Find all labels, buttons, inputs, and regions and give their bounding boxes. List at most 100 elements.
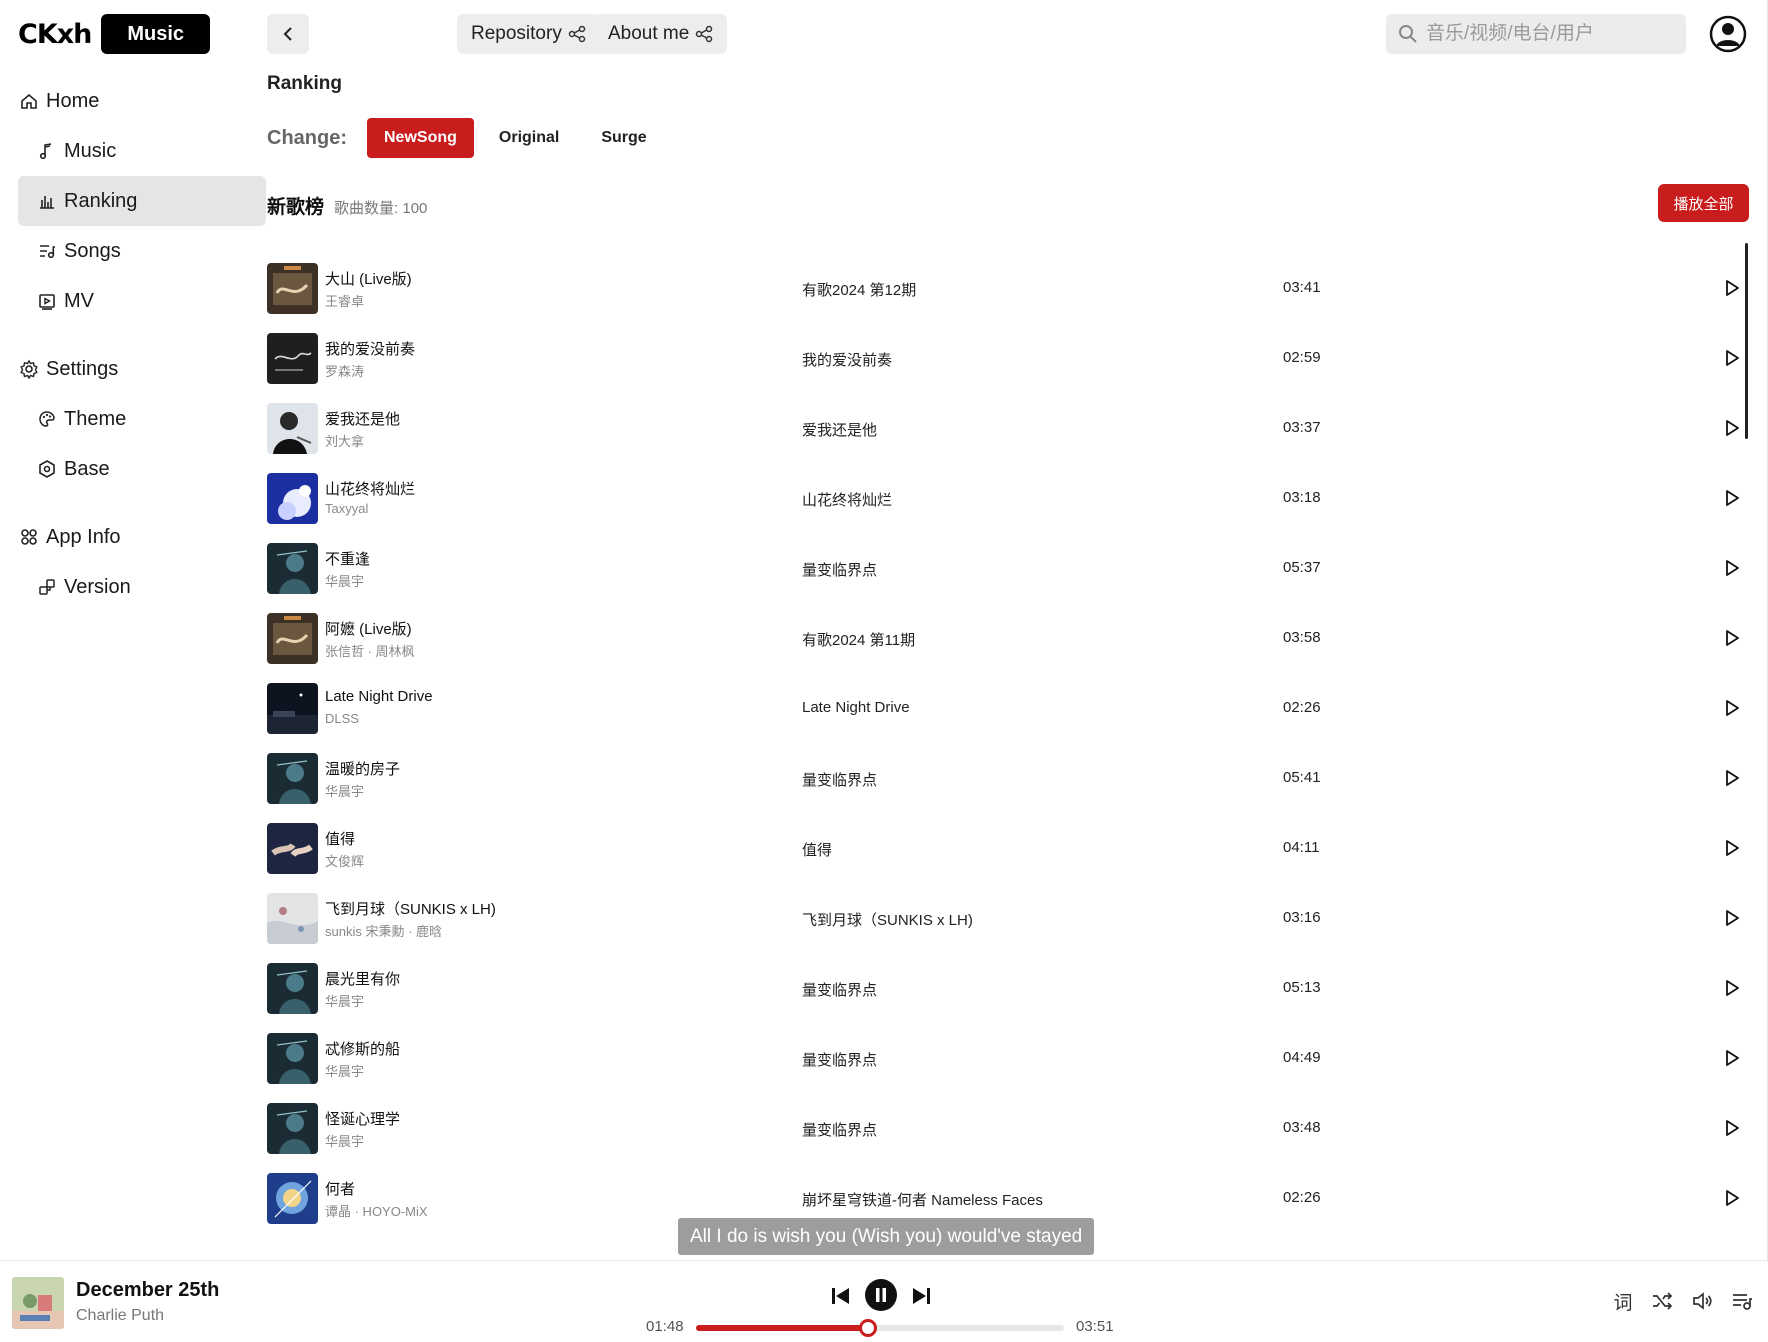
play-circle-icon[interactable] (1721, 277, 1743, 299)
song-name[interactable]: Late Night Drive (325, 688, 433, 705)
song-artist[interactable]: 文俊辉 (325, 851, 364, 870)
song-row[interactable]: 值得 文俊辉 值得 04:11 (267, 818, 1752, 888)
song-row[interactable]: 山花终将灿烂 Taxyyal 山花终将灿烂 03:18 (267, 468, 1752, 538)
previous-icon[interactable] (828, 1283, 854, 1309)
song-album[interactable]: 量变临界点 (802, 979, 877, 1000)
play-circle-icon[interactable] (1721, 907, 1743, 929)
tab-original[interactable]: Original (482, 118, 576, 158)
song-name[interactable]: 阿嬷 (Live版) (325, 618, 412, 639)
volume-icon[interactable] (1690, 1289, 1714, 1313)
song-cover[interactable] (267, 473, 318, 524)
song-row[interactable]: 温暖的房子 华晨宇 量变临界点 05:41 (267, 748, 1752, 818)
song-album[interactable]: 崩坏星穹铁道-何者 Nameless Faces (802, 1189, 1043, 1210)
song-album[interactable]: 有歌2024 第11期 (802, 629, 915, 650)
sidebar-item-home[interactable]: Home (18, 76, 266, 126)
song-album[interactable]: 值得 (802, 839, 832, 860)
song-cover[interactable] (267, 753, 318, 804)
song-cover[interactable] (267, 1173, 318, 1224)
song-name[interactable]: 爱我还是他 (325, 408, 400, 429)
song-name[interactable]: 我的爱没前奏 (325, 338, 415, 359)
sidebar-item-settings[interactable]: Settings (18, 344, 266, 394)
song-row[interactable]: 晨光里有你 华晨宇 量变临界点 05:13 (267, 958, 1752, 1028)
song-artist[interactable]: 华晨宇 (325, 1061, 364, 1080)
play-circle-icon[interactable] (1721, 767, 1743, 789)
song-name[interactable]: 何者 (325, 1178, 355, 1199)
next-icon[interactable] (908, 1283, 934, 1309)
song-artist[interactable]: sunkis 宋秉勳 · 鹿晗 (325, 921, 442, 940)
play-circle-icon[interactable] (1721, 627, 1743, 649)
back-button[interactable] (267, 14, 309, 54)
play-all-button[interactable]: 播放全部 (1658, 184, 1749, 222)
search-input[interactable] (1426, 23, 1676, 45)
song-name[interactable]: 晨光里有你 (325, 968, 400, 989)
song-album[interactable]: 山花终将灿烂 (802, 489, 892, 510)
sidebar-item-base[interactable]: Base (18, 444, 266, 494)
progress-slider[interactable] (696, 1319, 1064, 1337)
song-artist[interactable]: 刘大拿 (325, 431, 364, 450)
song-cover[interactable] (267, 403, 318, 454)
song-artist[interactable]: 华晨宇 (325, 571, 364, 590)
song-name[interactable]: 值得 (325, 828, 355, 849)
search-box[interactable] (1386, 14, 1686, 54)
song-album[interactable]: 有歌2024 第12期 (802, 279, 916, 300)
song-album[interactable]: 量变临界点 (802, 769, 877, 790)
pause-icon[interactable] (864, 1278, 898, 1312)
play-circle-icon[interactable] (1721, 417, 1743, 439)
song-cover[interactable] (267, 823, 318, 874)
sidebar-item-ranking[interactable]: Ranking (18, 176, 266, 226)
song-album[interactable]: 量变临界点 (802, 1119, 877, 1140)
song-cover[interactable] (267, 543, 318, 594)
play-circle-icon[interactable] (1721, 837, 1743, 859)
song-row[interactable]: 忒修斯的船 华晨宇 量变临界点 04:49 (267, 1028, 1752, 1098)
play-circle-icon[interactable] (1721, 347, 1743, 369)
song-artist[interactable]: Taxyyal (325, 501, 368, 516)
sidebar-item-version[interactable]: Version (18, 562, 266, 612)
song-album[interactable]: 量变临界点 (802, 1049, 877, 1070)
song-name[interactable]: 怪诞心理学 (325, 1108, 400, 1129)
song-album[interactable]: 飞到月球（SUNKIS x LH) (802, 909, 973, 930)
song-name[interactable]: 忒修斯的船 (325, 1038, 400, 1059)
play-circle-icon[interactable] (1721, 977, 1743, 999)
song-album[interactable]: 爱我还是他 (802, 419, 877, 440)
song-cover[interactable] (267, 333, 318, 384)
play-circle-icon[interactable] (1721, 557, 1743, 579)
tab-surge[interactable]: Surge (584, 118, 663, 158)
play-circle-icon[interactable] (1721, 1117, 1743, 1139)
song-artist[interactable]: 华晨宇 (325, 781, 364, 800)
song-cover[interactable] (267, 683, 318, 734)
playlist-queue-icon[interactable] (1730, 1289, 1754, 1313)
song-name[interactable]: 温暖的房子 (325, 758, 400, 779)
user-avatar-icon[interactable] (1709, 15, 1747, 53)
song-row[interactable]: 我的爱没前奏 罗森涛 我的爱没前奏 02:59 (267, 328, 1752, 398)
sidebar-item-mv[interactable]: MV (18, 276, 266, 326)
song-album[interactable]: 我的爱没前奏 (802, 349, 892, 370)
repository-link[interactable]: Repository (457, 14, 600, 54)
app-logo[interactable]: CKxh Music (18, 14, 211, 54)
sidebar-item-theme[interactable]: Theme (18, 394, 266, 444)
song-row[interactable]: Late Night Drive DLSS Late Night Drive 02:2… (267, 678, 1752, 748)
play-circle-icon[interactable] (1721, 1047, 1743, 1069)
song-cover[interactable] (267, 263, 318, 314)
song-name[interactable]: 飞到月球（SUNKIS x LH) (325, 898, 496, 919)
song-name[interactable]: 山花终将灿烂 (325, 478, 415, 499)
song-cover[interactable] (267, 963, 318, 1014)
sidebar-item-app-info[interactable]: App Info (18, 512, 266, 562)
lyrics-button[interactable]: 词 (1611, 1289, 1635, 1314)
song-artist[interactable]: 谭晶 · HOYO-MiX (325, 1201, 428, 1220)
song-album[interactable]: 量变临界点 (802, 559, 877, 580)
song-artist[interactable]: 王睿卓 (325, 291, 364, 310)
song-album[interactable]: Late Night Drive (802, 699, 910, 716)
song-artist[interactable]: 张信哲 · 周林枫 (325, 641, 415, 660)
song-row[interactable]: 大山 (Live版) 王睿卓 有歌2024 第12期 03:41 (267, 258, 1752, 328)
song-row[interactable]: 阿嬷 (Live版) 张信哲 · 周林枫 有歌2024 第11期 03:58 (267, 608, 1752, 678)
song-row[interactable]: 飞到月球（SUNKIS x LH) sunkis 宋秉勳 · 鹿晗 飞到月球（SUN… (267, 888, 1752, 958)
tab-newsong[interactable]: NewSong (367, 118, 474, 158)
song-artist[interactable]: DLSS (325, 711, 359, 726)
sidebar-item-music[interactable]: Music (18, 126, 266, 176)
song-row[interactable]: 不重逢 华晨宇 量变临界点 05:37 (267, 538, 1752, 608)
about-me-link[interactable]: About me (594, 14, 728, 54)
song-cover[interactable] (267, 1033, 318, 1084)
song-row[interactable]: 爱我还是他 刘大拿 爱我还是他 03:37 (267, 398, 1752, 468)
play-circle-icon[interactable] (1721, 1187, 1743, 1209)
song-artist[interactable]: 华晨宇 (325, 1131, 364, 1150)
